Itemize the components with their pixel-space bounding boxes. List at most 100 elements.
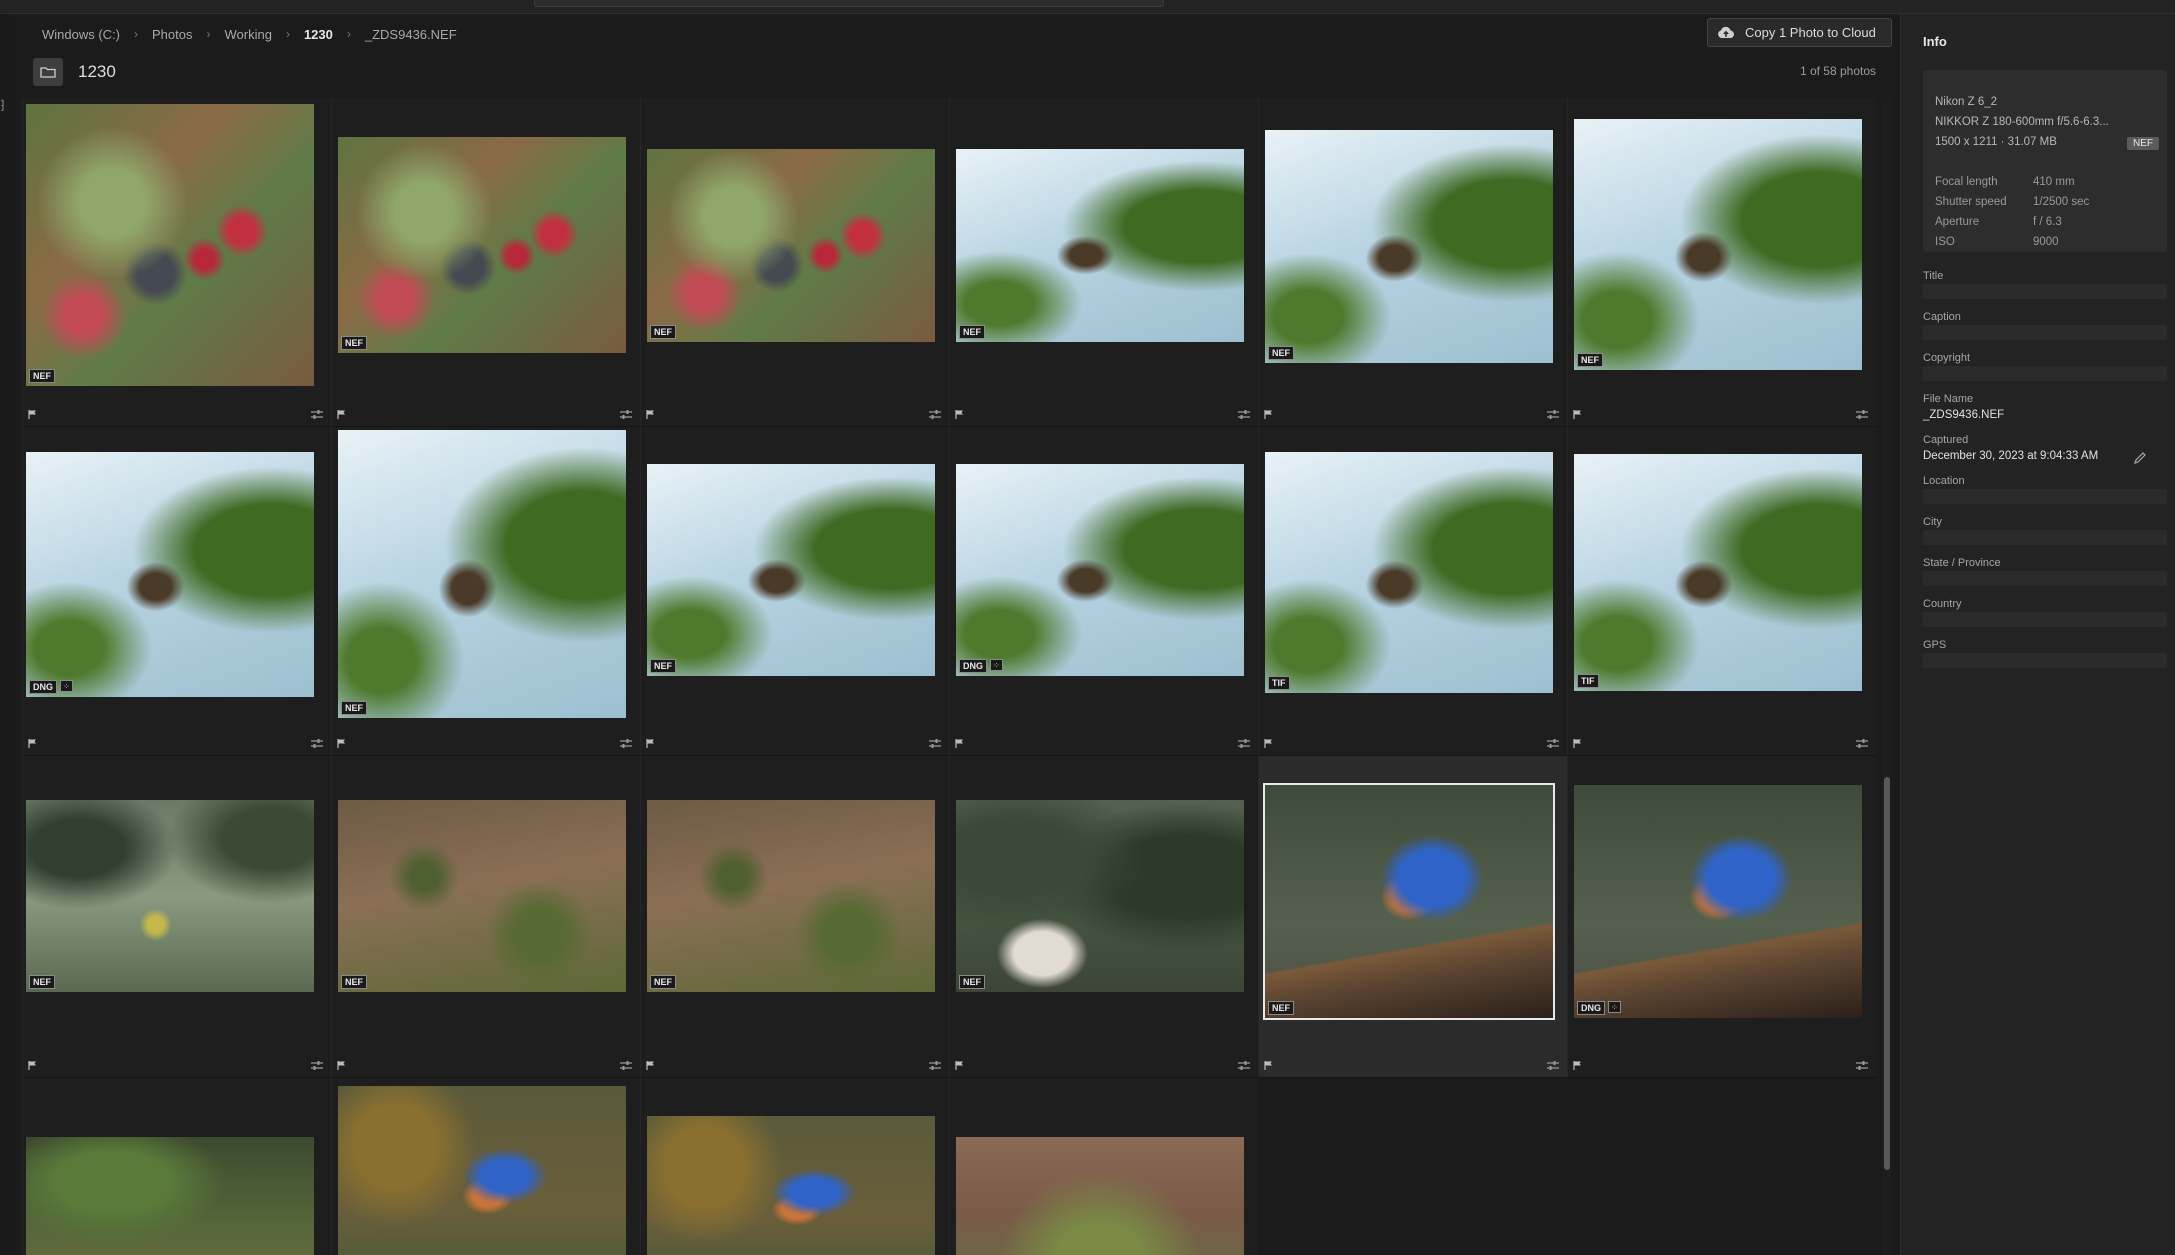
edit-sliders-icon[interactable] [929,738,941,749]
edit-sliders-icon[interactable] [311,1060,323,1071]
gps-field[interactable] [1923,653,2167,668]
breadcrumb: Windows (C:) › Photos › Working › 1230 › _ZD… [42,24,471,44]
flag-icon[interactable] [27,1060,38,1071]
flag-icon[interactable] [645,409,656,420]
photo-tile[interactable]: NEF [640,427,949,756]
photo-tile[interactable]: TIF [1567,427,1876,756]
title-field[interactable] [1923,284,2167,299]
photo-thumbnail[interactable]: DNG ⁘ [1574,785,1862,1018]
photo-tile[interactable]: NEF [22,756,331,1078]
flag-icon[interactable] [645,1060,656,1071]
edit-sliders-icon[interactable] [311,409,323,420]
edit-sliders-icon[interactable] [1856,409,1868,420]
photo-tile[interactable]: NEF [640,98,949,427]
photo-tile[interactable] [640,1078,949,1255]
photo-thumbnail[interactable]: NEF [338,800,626,992]
flag-icon[interactable] [336,1060,347,1071]
photo-thumbnail[interactable]: DNG ⁘ [26,452,314,697]
flag-icon[interactable] [645,738,656,749]
edit-sliders-icon[interactable] [1856,1060,1868,1071]
edit-sliders-icon[interactable] [1238,738,1250,749]
photo-thumbnail[interactable]: NEF [26,104,314,386]
photo-tile[interactable]: NEF [1567,98,1876,427]
photo-tile[interactable]: DNG ⁘ [949,427,1258,756]
flag-icon[interactable] [1263,1060,1274,1071]
pencil-icon[interactable] [2133,451,2147,465]
photo-thumbnail[interactable]: NEF [338,430,626,718]
folder-button[interactable] [33,58,63,86]
edit-sliders-icon[interactable] [929,1060,941,1071]
photo-thumbnail[interactable]: TIF [1265,452,1553,693]
city-field[interactable] [1923,530,2167,545]
breadcrumb-folder[interactable]: 1230 [304,27,333,42]
edit-sliders-icon[interactable] [929,409,941,420]
edit-sliders-icon[interactable] [1238,409,1250,420]
photo-thumbnail[interactable]: NEF [26,800,314,992]
flag-icon[interactable] [1263,738,1274,749]
edit-sliders-icon[interactable] [620,1060,632,1071]
photo-thumbnail[interactable]: DNG ⁘ [956,464,1244,676]
photo-tile[interactable]: NEF [1258,98,1567,427]
state-field[interactable] [1923,571,2167,586]
copyright-field[interactable] [1923,366,2167,381]
photo-tile[interactable]: NEF [1258,756,1567,1078]
search-bar[interactable] [534,0,1164,7]
edit-sliders-icon[interactable] [620,738,632,749]
breadcrumb-drive[interactable]: Windows (C:) [42,27,120,42]
photo-tile[interactable]: NEF [22,98,331,427]
flag-icon[interactable] [336,738,347,749]
photo-tile[interactable] [22,1078,331,1255]
photo-tile[interactable]: TIF [1258,427,1567,756]
edit-sliders-icon[interactable] [1547,409,1559,420]
photo-thumbnail[interactable]: NEF [1574,119,1862,370]
photo-thumbnail[interactable]: NEF [1265,130,1553,363]
country-field[interactable] [1923,612,2167,627]
photo-thumbnail[interactable]: NEF [956,149,1244,342]
photo-tile[interactable] [331,1078,640,1255]
scrollbar-thumb[interactable] [1884,777,1890,1170]
location-field[interactable] [1923,489,2167,504]
photo-tile[interactable]: DNG ⁘ [22,427,331,756]
edit-sliders-icon[interactable] [1238,1060,1250,1071]
edit-sliders-icon[interactable] [620,409,632,420]
edit-sliders-icon[interactable] [1547,738,1559,749]
edit-sliders-icon[interactable] [1856,738,1868,749]
photo-tile[interactable]: NEF [331,756,640,1078]
flag-icon[interactable] [1572,409,1583,420]
edit-sliders-icon[interactable] [311,738,323,749]
photo-thumbnail[interactable] [956,1137,1244,1255]
photo-tile[interactable] [949,1078,1258,1255]
photo-tile[interactable]: NEF [949,98,1258,427]
photo-thumbnail[interactable] [338,1086,626,1255]
copy-to-cloud-button[interactable]: Copy 1 Photo to Cloud [1707,18,1892,47]
flag-icon[interactable] [27,409,38,420]
photo-tile[interactable]: NEF [331,98,640,427]
flag-icon[interactable] [336,409,347,420]
breadcrumb-working[interactable]: Working [225,27,272,42]
flag-icon[interactable] [1263,409,1274,420]
collapse-handle-icon[interactable]: ⁆ [0,98,6,112]
flag-icon[interactable] [27,738,38,749]
flag-icon[interactable] [1572,738,1583,749]
caption-field[interactable] [1923,325,2167,340]
photo-thumbnail[interactable] [26,1137,314,1255]
photo-tile[interactable]: NEF [331,427,640,756]
flag-icon[interactable] [954,1060,965,1071]
photo-thumbnail[interactable]: NEF [1263,783,1555,1020]
photo-thumbnail[interactable]: NEF [956,800,1244,992]
photo-thumbnail[interactable]: NEF [647,149,935,342]
photo-tile[interactable]: DNG ⁘ [1567,756,1876,1078]
photo-thumbnail[interactable]: TIF [1574,454,1862,691]
photo-tile[interactable]: NEF [949,756,1258,1078]
flag-icon[interactable] [954,738,965,749]
edit-sliders-icon[interactable] [1547,1060,1559,1071]
flag-icon[interactable] [954,409,965,420]
photo-tile[interactable]: NEF [640,756,949,1078]
photo-thumbnail[interactable]: NEF [647,800,935,992]
flag-icon[interactable] [1572,1060,1583,1071]
photo-thumbnail[interactable] [647,1116,935,1255]
left-panel-edge[interactable]: ⁆ [0,14,12,1255]
photo-thumbnail[interactable]: NEF [647,464,935,676]
photo-thumbnail[interactable]: NEF [338,137,626,353]
breadcrumb-photos[interactable]: Photos [152,27,192,42]
